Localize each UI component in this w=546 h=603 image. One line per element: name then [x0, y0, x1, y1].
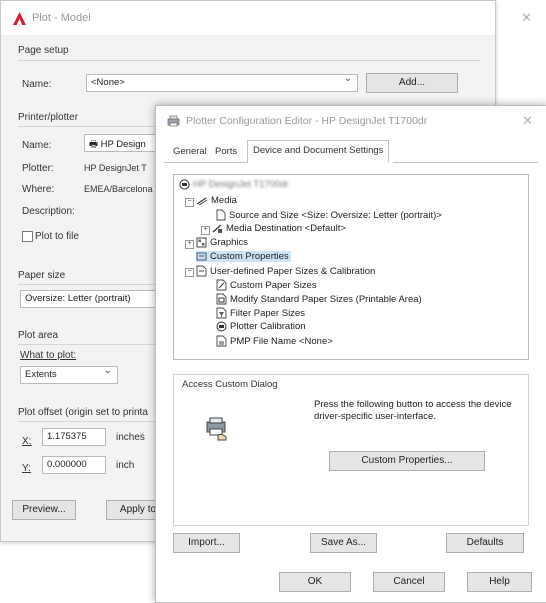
y-offset-input[interactable]: 0.000000 [42, 456, 106, 474]
tree-item-plotter-calibration[interactable]: Plotter Calibration [216, 321, 306, 332]
divider [18, 344, 158, 345]
tree-item-custom-paper-sizes[interactable]: Custom Paper Sizes [216, 279, 317, 291]
active-tab-gap [248, 162, 393, 163]
tab-ports[interactable]: Ports [210, 142, 242, 162]
ok-button[interactable]: OK [279, 572, 351, 592]
tree-item-modify-standard[interactable]: Modify Standard Paper Sizes (Printable A… [216, 293, 422, 305]
custom-properties-button[interactable]: Custom Properties... [329, 451, 485, 471]
tree-item-pmp-file-label: PMP File Name <None> [230, 335, 333, 347]
tree-item-graphics-label: Graphics [210, 237, 249, 248]
plotter-label: Plotter: [22, 163, 54, 174]
collapse-user-defined-toggle[interactable]: − [185, 268, 194, 277]
expand-graphics-toggle[interactable]: + [185, 240, 194, 249]
description-label: Description: [22, 206, 75, 217]
tree-item-user-defined[interactable]: User-defined Paper Sizes & Calibration [196, 265, 375, 277]
plot-offset-label: Plot offset (origin set to printa [18, 407, 148, 418]
page-setup-name-label: Name: [22, 79, 52, 90]
tree-item-custom-properties[interactable]: Custom Properties [196, 251, 291, 262]
plotter-config-icon [167, 115, 180, 127]
printer-plotter-label: Printer/plotter [18, 112, 79, 123]
tab-device-document-settings[interactable]: Device and Document Settings [247, 140, 390, 163]
x-unit-label: inches [116, 432, 145, 443]
tree-item-media-destination[interactable]: Media Destination <Default> [212, 223, 346, 234]
custom-paper-icon [216, 279, 227, 291]
page-icon [216, 209, 226, 221]
tree-item-filter-paper-label: Filter Paper Sizes [230, 307, 305, 319]
tree-item-graphics[interactable]: Graphics [196, 237, 248, 248]
divider [18, 284, 158, 285]
where-value: EMEA/Barcelona [84, 184, 153, 194]
paper-size-combo[interactable]: Oversize: Letter (portrait) [20, 290, 156, 308]
plot-to-file-label: Plot to file [35, 231, 79, 242]
paper-sizes-folder-icon [196, 265, 207, 277]
collapse-media-toggle[interactable]: − [185, 198, 194, 207]
media-destination-icon [212, 224, 222, 233]
add-button[interactable]: Add... [366, 73, 458, 93]
media-icon [196, 197, 208, 205]
printer-name-value: HP Design [100, 139, 146, 150]
config-titlebar: Plotter Configuration Editor - HP Design… [156, 106, 546, 136]
tree-item-filter-paper[interactable]: Filter Paper Sizes [216, 307, 305, 319]
expand-media-destination-toggle[interactable]: + [201, 226, 210, 235]
help-button[interactable]: Help [467, 572, 532, 592]
config-close-icon[interactable]: ✕ [522, 113, 533, 129]
preview-button[interactable]: Preview... [12, 500, 76, 520]
defaults-button[interactable]: Defaults [446, 533, 524, 553]
plot-title: Plot - Model [32, 12, 91, 24]
tree-item-user-defined-label: User-defined Paper Sizes & Calibration [210, 265, 376, 277]
access-custom-dialog-text: Press the following button to access the… [314, 399, 512, 422]
graphics-icon [196, 237, 207, 248]
x-label: X: [22, 436, 32, 447]
what-to-plot-label: What to plot: [20, 350, 77, 361]
tree-item-plotter-calibration-label: Plotter Calibration [230, 321, 306, 332]
plotter-config-dialog: Plotter Configuration Editor - HP Design… [155, 105, 546, 603]
tree-root-label: HP DesignJet T1700dr [193, 179, 289, 190]
tab-general[interactable]: General [168, 142, 212, 162]
tree-item-modify-standard-label: Modify Standard Paper Sizes (Printable A… [230, 293, 422, 305]
y-unit-label: inch [116, 460, 135, 471]
custom-properties-icon [196, 252, 207, 261]
tree-item-custom-paper-sizes-label: Custom Paper Sizes [230, 279, 317, 291]
autocad-logo-icon [13, 11, 26, 25]
pmp-file-icon [216, 335, 227, 347]
tree-item-source-size[interactable]: Source and Size <Size: Oversize: Letter … [216, 209, 442, 221]
settings-tree[interactable]: HP DesignJet T1700dr − Media Source and … [173, 174, 529, 360]
plotter-icon [179, 179, 190, 190]
printer-name-combo[interactable]: 🖶 HP Design [84, 134, 156, 152]
tree-item-media[interactable]: Media [196, 195, 237, 206]
divider [18, 421, 158, 422]
printer-name-label: Name: [22, 140, 52, 151]
page-setup-combo[interactable]: <None> [86, 73, 358, 92]
filter-paper-icon [216, 307, 227, 319]
tree-item-custom-properties-label: Custom Properties [210, 251, 289, 262]
access-custom-dialog-label: Access Custom Dialog [182, 379, 278, 390]
tree-item-media-label: Media [211, 195, 237, 206]
tree-root[interactable]: HP DesignJet T1700dr [179, 179, 289, 190]
plot-to-file-checkbox[interactable] [22, 231, 33, 242]
calibration-icon [216, 321, 227, 332]
cancel-button[interactable]: Cancel [373, 572, 445, 592]
paper-size-label: Paper size [18, 270, 66, 281]
import-button[interactable]: Import... [173, 533, 240, 553]
plot-close-icon[interactable]: ✕ [521, 10, 532, 26]
x-offset-input[interactable]: 1.175375 [42, 428, 106, 446]
access-custom-dialog-group: Access Custom Dialog Press the following… [173, 374, 529, 526]
divider [18, 126, 158, 127]
what-to-plot-combo[interactable]: Extents [20, 365, 118, 384]
printer-hand-icon [206, 417, 227, 441]
plot-area-label: Plot area [18, 330, 59, 341]
page-setup-label: Page setup [18, 45, 69, 56]
tree-item-source-size-label: Source and Size <Size: Oversize: Letter … [229, 209, 442, 221]
y-label: Y: [22, 463, 31, 474]
printer-icon: 🖶 [89, 139, 98, 150]
tree-item-media-destination-label: Media Destination <Default> [226, 223, 346, 234]
where-label: Where: [22, 184, 55, 195]
tree-item-pmp-file[interactable]: PMP File Name <None> [216, 335, 333, 347]
save-as-button[interactable]: Save As... [310, 533, 377, 553]
plot-titlebar: Plot - Model ✕ [1, 1, 532, 35]
divider [18, 60, 480, 61]
modify-paper-icon [216, 293, 227, 305]
config-title: Plotter Configuration Editor - HP Design… [186, 115, 428, 127]
plotter-value: HP DesignJet T [84, 163, 147, 173]
